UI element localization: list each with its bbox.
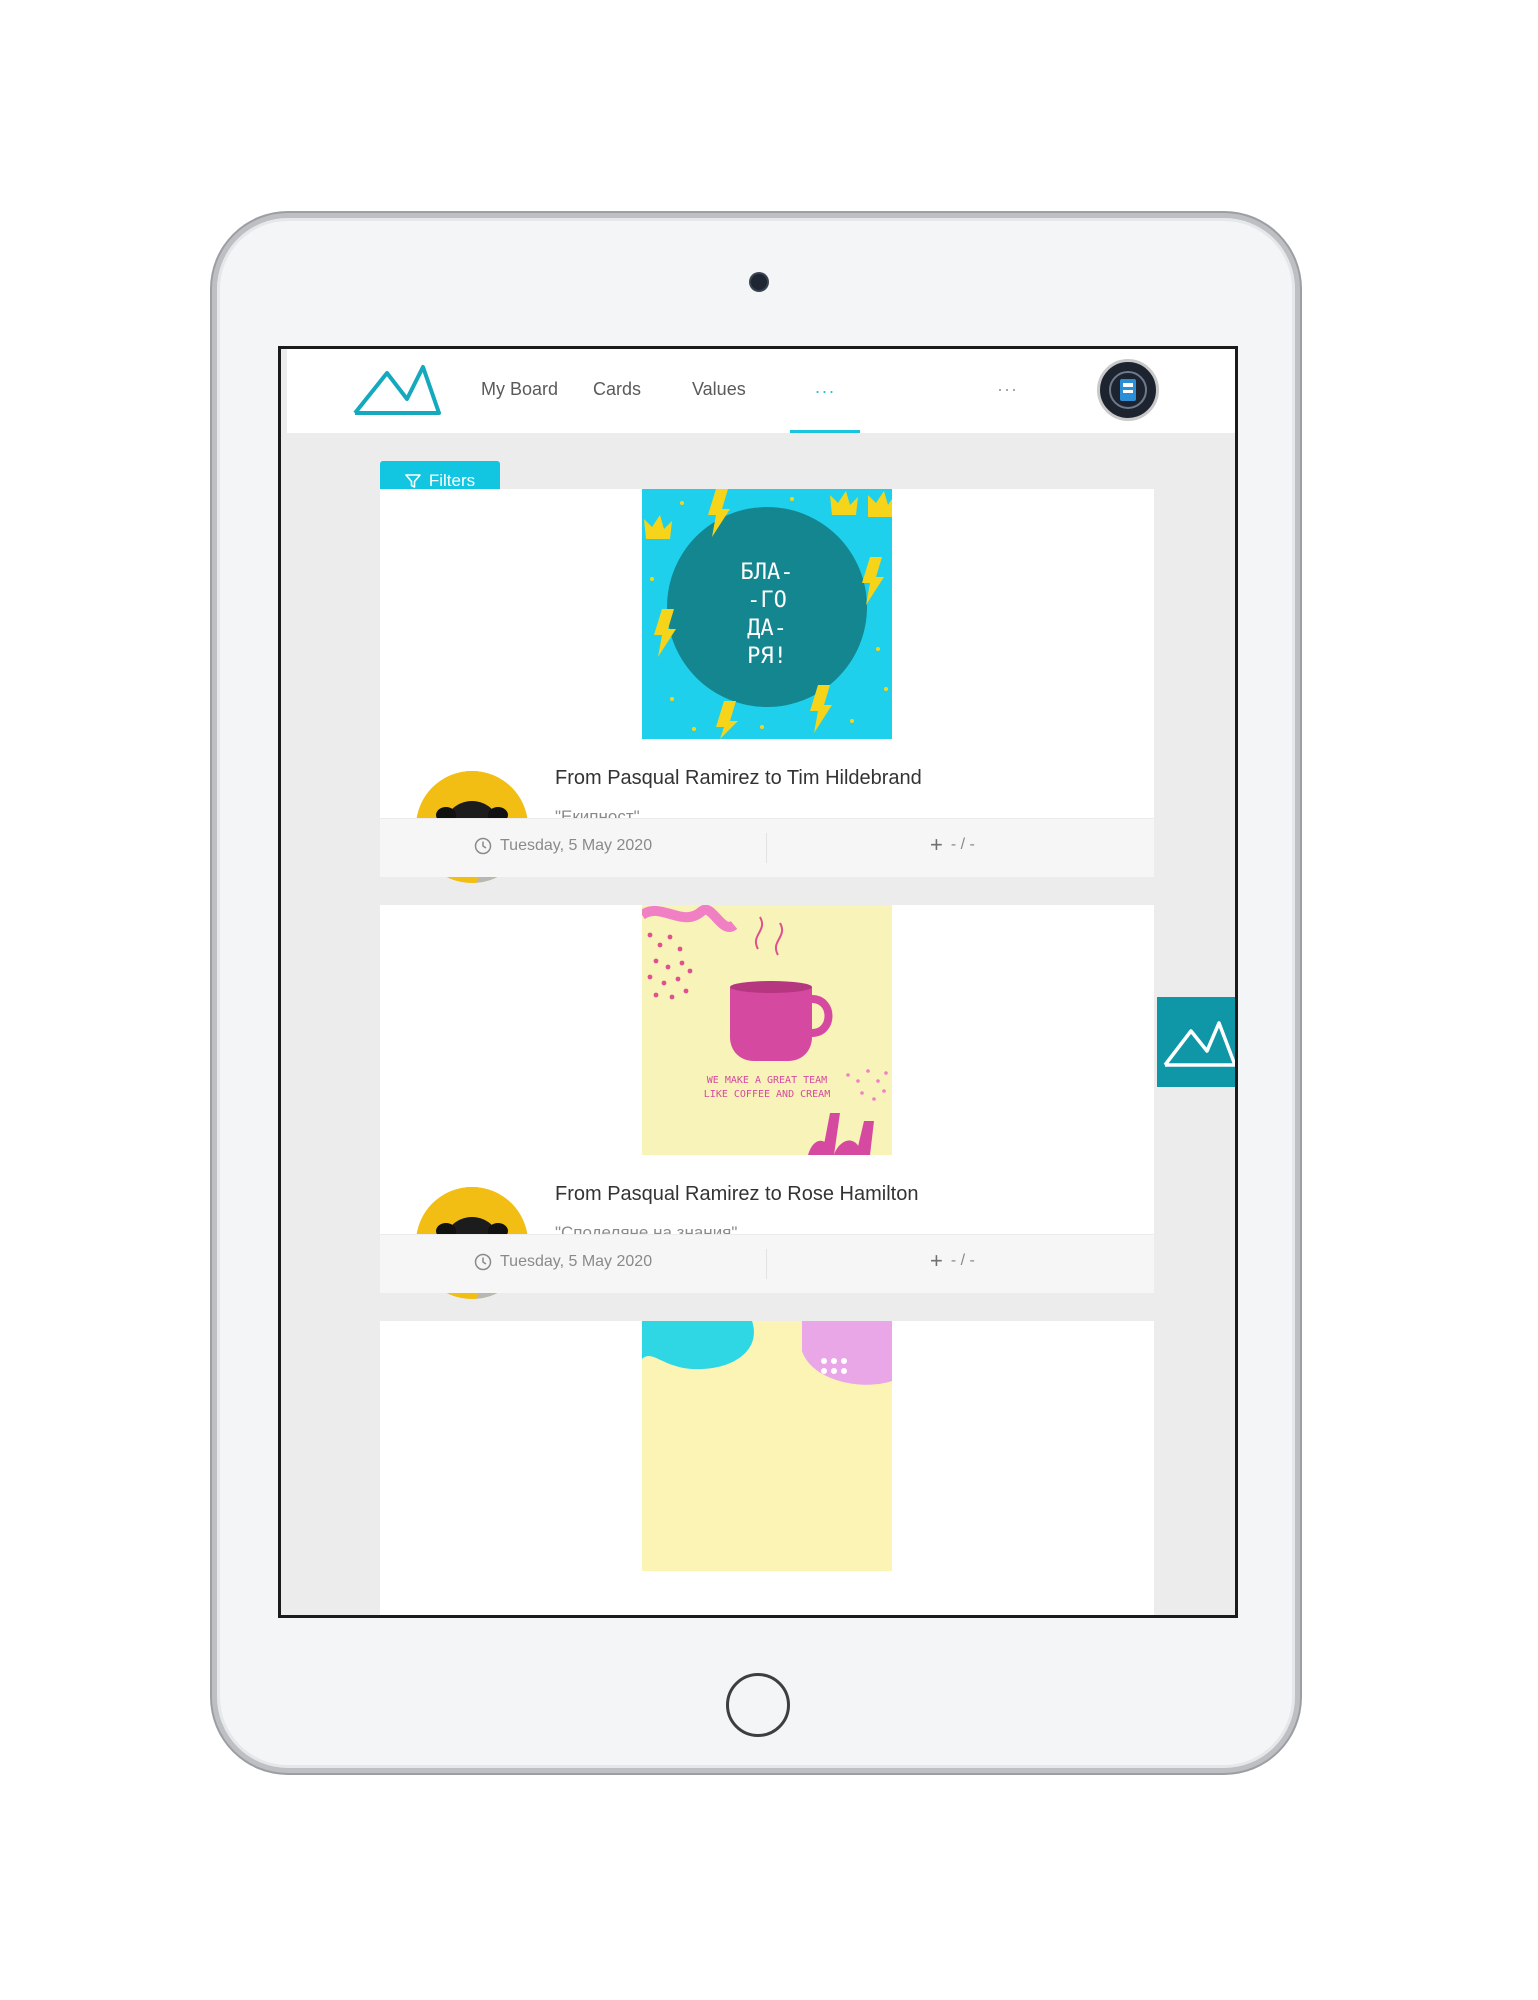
footer-divider bbox=[766, 833, 767, 863]
card-footer: Tuesday, 5 May 2020 + - / - bbox=[380, 818, 1154, 877]
card-date: Tuesday, 5 May 2020 bbox=[474, 837, 652, 855]
nav-my-board[interactable]: My Board bbox=[481, 379, 558, 400]
top-navigation: My Board Cards Values ··· ··· bbox=[287, 349, 1235, 433]
clock-icon bbox=[474, 1253, 492, 1271]
active-tab-indicator bbox=[790, 430, 860, 433]
more-menu-button[interactable]: ··· bbox=[997, 379, 1018, 400]
image-text-line: -ГО bbox=[747, 588, 787, 613]
card-title: From Pasqual Ramirez to Tim Hildebrand bbox=[555, 767, 922, 789]
card-image bbox=[642, 1321, 892, 1571]
vote-button[interactable]: + - / - bbox=[930, 1248, 975, 1273]
app-logo[interactable] bbox=[351, 361, 443, 422]
card-date: Tuesday, 5 May 2020 bbox=[474, 1253, 652, 1271]
image-text-line: LIKE COFFEE AND CREAM bbox=[704, 1089, 830, 1100]
card-footer: Tuesday, 5 May 2020 + - / - bbox=[380, 1234, 1154, 1293]
nav-more-active-tab[interactable]: ··· bbox=[790, 373, 860, 433]
card-image: БЛА- -ГО ДА- РЯ! bbox=[642, 489, 892, 739]
camera bbox=[751, 274, 767, 290]
clock-icon bbox=[474, 837, 492, 855]
image-text-line: РЯ! bbox=[747, 644, 787, 669]
vote-count: - / - bbox=[950, 836, 975, 853]
card-item[interactable]: WE MAKE A GREAT TEAM LIKE COFFEE AND CRE… bbox=[380, 905, 1154, 1299]
side-widget-logo[interactable] bbox=[1157, 997, 1235, 1087]
card-image: WE MAKE A GREAT TEAM LIKE COFFEE AND CRE… bbox=[642, 905, 892, 1155]
card-item[interactable]: БЛА- -ГО ДА- РЯ! From Pasqual Ramirez to… bbox=[380, 489, 1154, 883]
card-date-text: Tuesday, 5 May 2020 bbox=[500, 1253, 653, 1270]
card-date-text: Tuesday, 5 May 2020 bbox=[500, 837, 653, 854]
image-text-line: ДА- bbox=[747, 616, 787, 641]
more-dots-icon: ··· bbox=[814, 381, 836, 401]
image-text-line: БЛА- bbox=[741, 560, 794, 585]
filters-label: Filters bbox=[428, 471, 476, 490]
card-title: From Pasqual Ramirez to Rose Hamilton bbox=[555, 1183, 919, 1205]
nav-values[interactable]: Values bbox=[692, 379, 746, 400]
home-button[interactable] bbox=[726, 1673, 790, 1737]
app-screen: My Board Cards Values ··· ··· Filters БЛ… bbox=[278, 346, 1238, 1618]
plus-icon: + bbox=[930, 1248, 943, 1273]
filter-icon bbox=[405, 474, 421, 488]
image-text-line: WE MAKE A GREAT TEAM bbox=[707, 1075, 827, 1086]
nav-cards[interactable]: Cards bbox=[593, 379, 641, 400]
plus-icon: + bbox=[930, 832, 943, 857]
vote-button[interactable]: + - / - bbox=[930, 832, 975, 857]
footer-divider bbox=[766, 1249, 767, 1279]
user-avatar[interactable] bbox=[1097, 359, 1159, 421]
card-item[interactable] bbox=[380, 1321, 1154, 1615]
vote-count: - / - bbox=[950, 1252, 975, 1269]
